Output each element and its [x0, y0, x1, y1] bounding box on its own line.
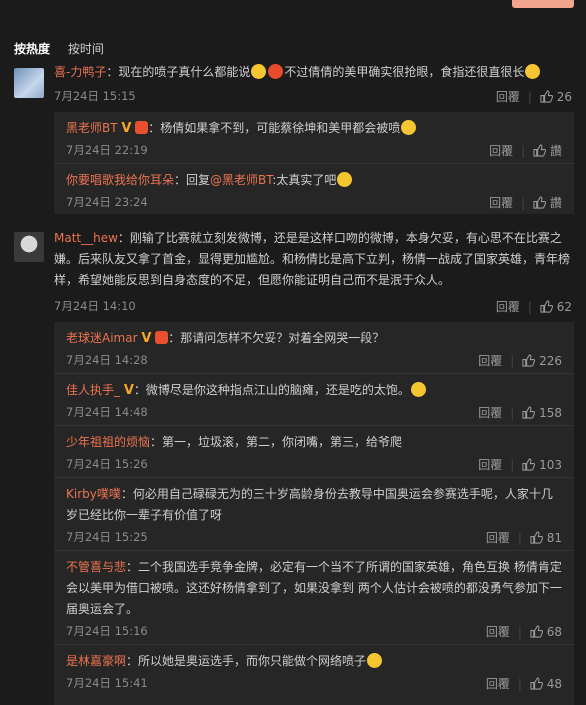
like-icon[interactable] — [522, 354, 536, 370]
smirk-emoji-icon — [367, 653, 383, 668]
reply-button[interactable]: 回覆 — [478, 458, 502, 472]
like-icon[interactable] — [533, 144, 547, 160]
reply-button[interactable]: 回覆 — [489, 196, 513, 210]
reply-author[interactable]: 少年祖祖的烦恼 — [66, 435, 150, 449]
reply-button[interactable]: 回覆 — [496, 90, 520, 104]
reply-button[interactable]: 回覆 — [478, 354, 502, 368]
like-icon[interactable] — [540, 90, 554, 106]
reply-list: 老球迷Aimar V ：那请问怎样不欠妥？对着全网哭一段？ 7月24日 14:2… — [54, 322, 574, 705]
comment-author[interactable]: Matt__hew — [54, 231, 118, 245]
fear-emoji-icon — [401, 120, 417, 135]
reply-button[interactable]: 回覆 — [486, 531, 510, 545]
reply-button[interactable]: 回覆 — [496, 300, 520, 314]
comment-text: Matt__hew：刚输了比赛就立刻发微博，还是是这样口吻的微博，本身欠妥，有心… — [54, 231, 571, 287]
comment-author[interactable]: 喜-力鸭子 — [54, 65, 106, 79]
laugh-emoji-icon — [525, 64, 541, 79]
reply-item: 老球迷Aimar V ：那请问怎样不欠妥？对着全网哭一段？ 7月24日 14:2… — [66, 331, 562, 370]
reply-list: 黑老师BT V ：杨倩如果拿不到，可能蔡徐坤和美甲都会被喷 7月24日 22:1… — [54, 112, 574, 214]
person-emoji-icon — [337, 172, 353, 187]
comment-text: 喜-力鸭子：现在的喷子真什么都能说 不过倩倩的美甲确实很抢眼，食指还很直很长 — [54, 62, 572, 83]
comment-actions: 回覆 | 26 — [495, 90, 572, 106]
like-icon[interactable] — [530, 677, 544, 693]
reply-item: 是林嘉豪啊：所以她是奥运选手，而你只能做个网络喷子 7月24日 15:41 回覆… — [66, 653, 562, 693]
reply-author[interactable]: 是林嘉豪啊 — [66, 654, 126, 668]
top-action-button[interactable] — [512, 0, 574, 8]
avatar[interactable] — [14, 68, 44, 98]
reply-button[interactable]: 回覆 — [486, 677, 510, 691]
reply-item: 不管喜与悲：二个我国选手竞争金牌，必定有一个当不了所谓的国家英雄，角色互换 杨倩… — [66, 560, 562, 641]
like-count: 26 — [556, 90, 572, 104]
comment-time: 7月24日 14:10 — [54, 299, 136, 313]
reply-item: 黑老师BT V ：杨倩如果拿不到，可能蔡徐坤和美甲都会被喷 7月24日 22:1… — [66, 120, 562, 160]
reply-author[interactable]: 佳人执手_ — [66, 383, 120, 397]
angry-emoji-icon — [268, 64, 284, 79]
like-icon[interactable] — [540, 300, 554, 316]
reply-button[interactable]: 回覆 — [486, 625, 510, 639]
verified-v-icon: V — [121, 121, 132, 136]
reply-button[interactable]: 回覆 — [489, 144, 513, 158]
member-badge-icon — [155, 331, 169, 344]
comment-time: 7月24日 15:15 — [54, 89, 136, 103]
like-icon[interactable] — [522, 406, 536, 422]
reply-author[interactable]: 老球迷Aimar — [66, 331, 138, 345]
reply-author[interactable]: 你要唱歌我给你耳朵 — [66, 173, 174, 187]
reply-item: 少年祖祖的烦恼：第一，垃圾滚，第二，你闭嘴，第三，给爷爬 7月24日 15:26… — [66, 435, 562, 474]
like-icon[interactable] — [533, 196, 547, 212]
like-count: 62 — [556, 300, 572, 314]
sort-bar: 按热度 按时间 — [14, 40, 118, 57]
grin-emoji-icon — [251, 64, 267, 79]
reply-author[interactable]: Kirby噗噗 — [66, 487, 121, 501]
reply-author[interactable]: 不管喜与悲 — [66, 560, 126, 574]
verified-v-icon: V — [141, 331, 152, 346]
laugh-emoji-icon — [410, 382, 426, 397]
mention-link[interactable]: @黑老师BT — [210, 173, 272, 187]
like-icon[interactable] — [530, 531, 544, 547]
avatar[interactable] — [14, 232, 44, 262]
verified-v-icon: V — [123, 383, 134, 398]
reply-author[interactable]: 黑老师BT — [66, 121, 118, 135]
reply-item: Kirby噗噗：何必用自己碌碌无为的三十岁高龄身份去教导中国奥运会参赛选手呢，人… — [66, 487, 562, 547]
reply-item: 你要唱歌我给你耳朵：回复@黑老师BT:太真实了吧 7月24日 23:24 回覆 |… — [66, 172, 562, 212]
member-badge-icon — [135, 121, 149, 134]
reply-item: 佳人执手_ V：微博尽是你这种指点江山的脑瘫，还是吃的太饱。 7月24日 14:… — [66, 382, 562, 422]
like-icon[interactable] — [522, 458, 536, 474]
reply-button[interactable]: 回覆 — [478, 406, 502, 420]
comment-meta: 7月24日 14:10 回覆 | 62 — [54, 298, 572, 314]
comment-meta: 7月24日 15:15 回覆 | 26 — [54, 88, 572, 104]
like-icon[interactable] — [530, 625, 544, 641]
comment-actions: 回覆 | 62 — [495, 300, 572, 316]
sort-by-hot[interactable]: 按热度 — [14, 42, 50, 56]
sort-by-time[interactable]: 按时间 — [68, 42, 104, 56]
